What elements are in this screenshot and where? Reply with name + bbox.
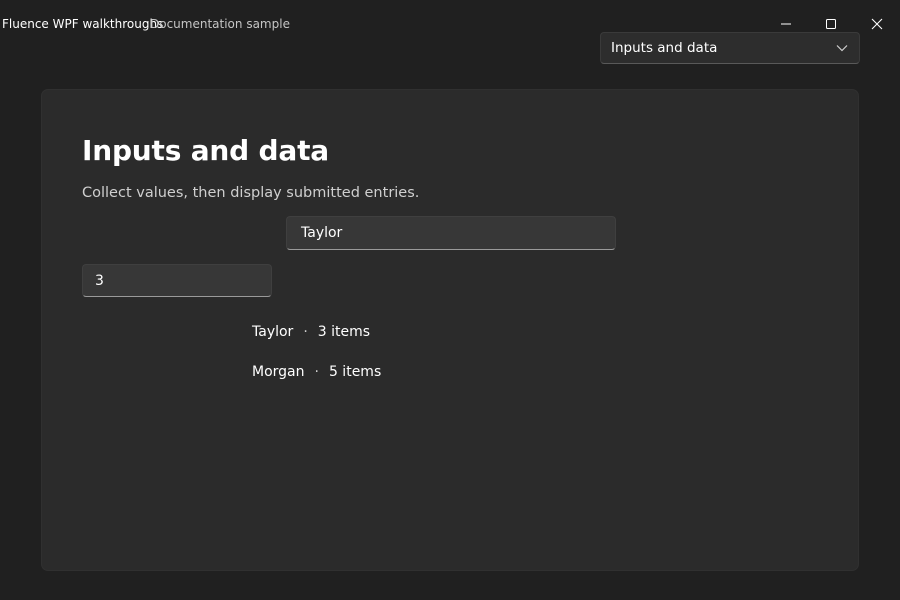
minimize-icon [781, 23, 791, 25]
content-card: Inputs and data Collect values, then dis… [41, 89, 859, 571]
name-input[interactable]: Taylor [286, 216, 616, 250]
entry-count: 3 items [317, 324, 371, 340]
entries-list: Taylor · 3 items Morgan · 5 items [252, 322, 652, 402]
entry-name: Morgan [252, 364, 305, 380]
maximize-icon [826, 19, 836, 29]
quantity-input[interactable]: 3 [82, 264, 272, 297]
close-icon [871, 18, 883, 30]
entry-separator: · [303, 324, 308, 340]
entry-count: 5 items [328, 364, 382, 380]
list-item[interactable]: Taylor · 3 items [252, 322, 652, 342]
page-description: Collect values, then display submitted e… [82, 185, 420, 201]
page-selector-dropdown[interactable]: Inputs and data [600, 32, 860, 64]
app-title: Fluence WPF walkthroughs [2, 17, 164, 31]
list-item[interactable]: Morgan · 5 items [252, 362, 652, 382]
entry-separator: · [314, 364, 319, 380]
page-title: Inputs and data [82, 134, 329, 167]
close-button[interactable] [861, 8, 893, 40]
entry-name: Taylor [252, 324, 294, 340]
app-window: Fluence WPF walkthroughs Documentation s… [0, 0, 900, 600]
app-subtitle: Documentation sample [150, 17, 290, 31]
chevron-down-icon [835, 41, 849, 55]
page-selector-value: Inputs and data [611, 40, 718, 56]
